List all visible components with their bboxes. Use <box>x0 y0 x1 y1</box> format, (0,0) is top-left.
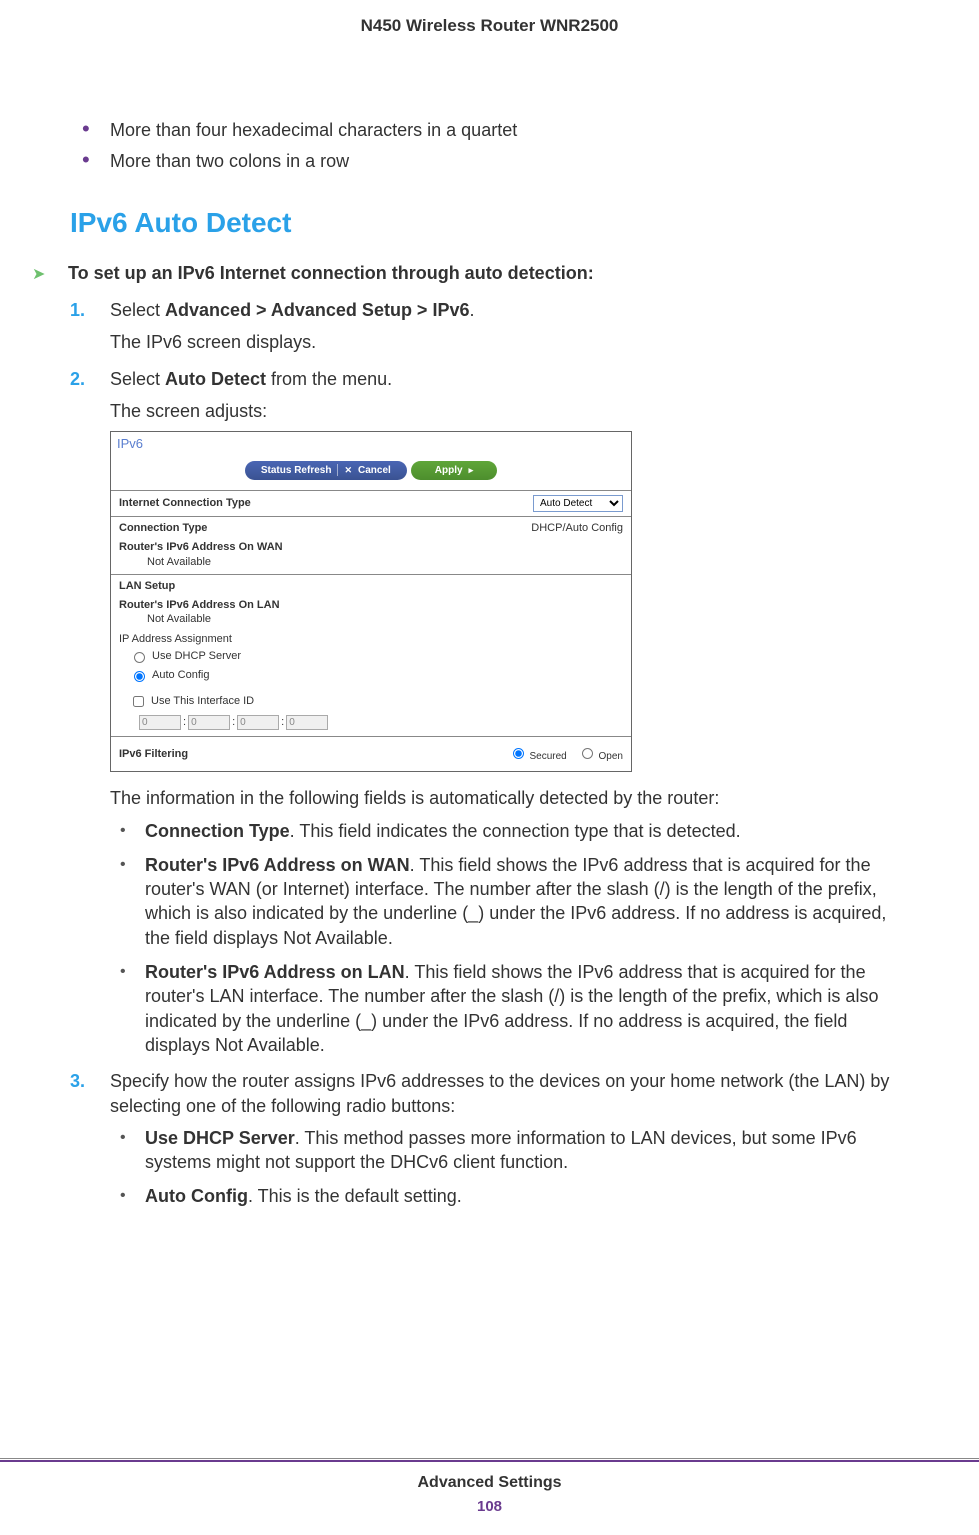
lan-addr-label: Router's IPv6 Address On LAN <box>119 598 623 613</box>
apply-label: Apply <box>435 464 463 478</box>
filter-label: IPv6 Filtering <box>119 747 188 762</box>
step2-desc: The screen adjusts: <box>110 399 909 423</box>
option-desc: Use DHCP Server. This method passes more… <box>110 1126 909 1175</box>
page-header: N450 Wireless Router WNR2500 <box>70 10 909 38</box>
step1-path: Advanced > Advanced Setup > IPv6 <box>165 300 469 320</box>
step-2: Select Auto Detect from the menu. The sc… <box>70 367 909 1058</box>
wan-addr-value: Not Available <box>119 555 623 570</box>
section-heading: IPv6 Auto Detect <box>70 204 909 242</box>
iface-field-4[interactable] <box>286 715 328 730</box>
intro-bullet: More than two colons in a row <box>70 149 909 173</box>
conn-type-label: Connection Type <box>119 521 207 536</box>
auto-config-radio-label: Auto Config <box>152 668 209 683</box>
secured-label: Secured <box>530 751 567 762</box>
intro-bullet: More than four hexadecimal characters in… <box>70 118 909 142</box>
status-refresh-label: Status Refresh <box>261 464 332 478</box>
intro-bullet-list: More than four hexadecimal characters in… <box>70 118 909 174</box>
step3-text: Specify how the router assigns IPv6 addr… <box>110 1069 909 1118</box>
step2-after-ss: The information in the following fields … <box>110 786 909 810</box>
field-desc: Router's IPv6 Address on WAN. This field… <box>110 853 909 950</box>
status-refresh-button[interactable]: Status Refresh ✕ Cancel <box>245 461 407 481</box>
iface-field-1[interactable] <box>139 715 181 730</box>
open-radio[interactable] <box>582 748 593 759</box>
footer-section: Advanced Settings <box>0 1472 979 1494</box>
dhcp-radio[interactable] <box>134 652 145 663</box>
procedure-title: To set up an IPv6 Internet connection th… <box>68 261 594 285</box>
use-interface-label: Use This Interface ID <box>151 694 254 709</box>
ss-panel-title: IPv6 <box>111 432 631 455</box>
cancel-label: Cancel <box>358 464 391 478</box>
lan-setup-label: LAN Setup <box>119 579 175 594</box>
close-icon: ✕ <box>344 464 352 476</box>
field-desc: Router's IPv6 Address on LAN. This field… <box>110 960 909 1057</box>
step2-text-pre: Select <box>110 369 165 389</box>
footer-page-number: 108 <box>0 1497 979 1517</box>
ip-assign-label: IP Address Assignment <box>111 631 631 647</box>
auto-config-radio[interactable] <box>134 671 145 682</box>
open-label: Open <box>599 751 623 762</box>
ipv6-screenshot: IPv6 Status Refresh ✕ Cancel Apply ▸ <box>110 431 632 772</box>
step2-text-post: from the menu. <box>266 369 392 389</box>
step1-desc: The IPv6 screen displays. <box>110 330 909 354</box>
arrow-right-icon: ➤ <box>32 264 50 286</box>
iface-field-2[interactable] <box>188 715 230 730</box>
secured-radio[interactable] <box>513 748 524 759</box>
use-interface-checkbox[interactable] <box>133 696 144 707</box>
lan-addr-value: Not Available <box>119 612 623 627</box>
step1-text-post: . <box>469 300 474 320</box>
step-3: Specify how the router assigns IPv6 addr… <box>70 1069 909 1208</box>
step2-menu: Auto Detect <box>165 369 266 389</box>
step-1: Select Advanced > Advanced Setup > IPv6.… <box>70 298 909 355</box>
step1-text-pre: Select <box>110 300 165 320</box>
conn-type-value: DHCP/Auto Config <box>531 521 623 536</box>
ict-label: Internet Connection Type <box>119 496 251 511</box>
wan-addr-label: Router's IPv6 Address On WAN <box>119 540 623 555</box>
apply-button[interactable]: Apply ▸ <box>411 461 497 481</box>
dhcp-radio-label: Use DHCP Server <box>152 649 241 664</box>
chevron-right-icon: ▸ <box>469 464 474 476</box>
option-desc: Auto Config. This is the default setting… <box>110 1184 909 1208</box>
iface-field-3[interactable] <box>237 715 279 730</box>
ict-select[interactable]: Auto Detect <box>533 495 623 512</box>
page-footer: Advanced Settings 108 <box>0 1458 979 1517</box>
field-desc: Connection Type. This field indicates th… <box>110 819 909 843</box>
